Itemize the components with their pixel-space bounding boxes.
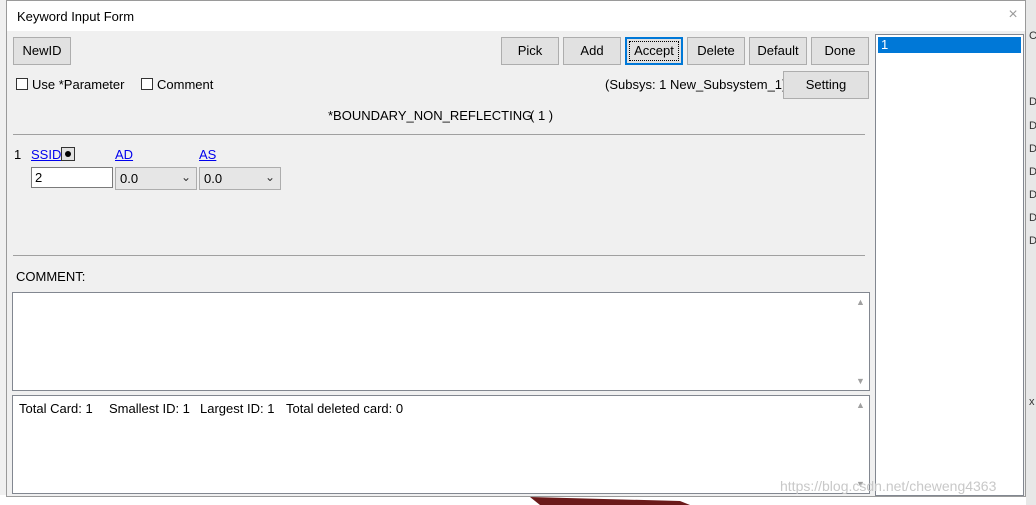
total-card-text: Total Card: 1	[19, 401, 93, 416]
background-text: D_	[1029, 166, 1036, 178]
background-text: D_	[1029, 143, 1036, 155]
chevron-down-icon: ⌄	[180, 170, 191, 184]
stats-box: Total Card: 1 Smallest ID: 1 Largest ID:…	[12, 395, 870, 494]
accept-button[interactable]: Accept	[625, 37, 683, 65]
keyword-count: ( 1 )	[530, 108, 554, 123]
keyword-input-form-window: Keyword Input Form × NewID Pick Add Acce…	[6, 0, 1026, 497]
total-deleted-text: Total deleted card: 0	[286, 401, 404, 416]
comment-scrollbar[interactable]: ▲ ▼	[852, 293, 869, 390]
background-text: D_	[1029, 120, 1036, 132]
ssid-field-label[interactable]: SSID	[31, 147, 61, 162]
background-text: C	[1029, 30, 1036, 42]
chevron-down-icon: ⌄	[264, 170, 275, 184]
default-button[interactable]: Default	[749, 37, 807, 65]
background-text: D_	[1029, 189, 1036, 201]
id-list-item[interactable]: 1	[878, 37, 1021, 53]
close-icon[interactable]: ×	[1005, 5, 1021, 25]
ad-field-label[interactable]: AD	[115, 147, 133, 162]
ssid-input[interactable]: 2	[31, 167, 113, 188]
window-title: Keyword Input Form	[17, 9, 135, 24]
background-text: D_	[1029, 96, 1036, 108]
card-row-number: 1	[14, 147, 22, 162]
setting-button[interactable]: Setting	[783, 71, 869, 99]
as-select-value: 0.0	[204, 171, 223, 186]
comment-checkbox-label: Comment	[157, 77, 214, 92]
largest-id-text: Largest ID: 1	[200, 401, 275, 416]
divider	[13, 134, 865, 135]
subsystem-info: (Subsys: 1 New_Subsystem_1)	[605, 77, 787, 92]
smallest-id-text: Smallest ID: 1	[109, 401, 190, 416]
background-text: x	[1029, 396, 1035, 408]
id-list[interactable]: 1	[875, 34, 1024, 496]
ssid-pick-radio[interactable]	[61, 147, 75, 161]
divider	[13, 255, 865, 256]
scroll-up-icon[interactable]: ▲	[856, 400, 865, 410]
as-field-label[interactable]: AS	[199, 147, 216, 162]
background-text: D_	[1029, 235, 1036, 247]
ad-select-value: 0.0	[120, 171, 139, 186]
background-text: D_	[1029, 212, 1036, 224]
focus-indicator	[629, 41, 679, 61]
delete-button[interactable]: Delete	[687, 37, 745, 65]
scroll-up-icon[interactable]: ▲	[856, 297, 865, 307]
pick-button[interactable]: Pick	[501, 37, 559, 65]
keyword-name: *BOUNDARY_NON_REFLECTING	[328, 108, 533, 123]
use-parameter-label: Use *Parameter	[32, 77, 125, 92]
newid-button[interactable]: NewID	[13, 37, 71, 65]
comment-checkbox[interactable]	[141, 78, 153, 90]
scroll-down-icon[interactable]: ▼	[856, 376, 865, 386]
title-bar[interactable]: Keyword Input Form ×	[7, 1, 1025, 31]
background-window: C D_ D_ D_ D_ D_ D_ D_ x	[1026, 0, 1036, 505]
watermark-text: https://blog.csdn.net/cheweng4363	[780, 478, 997, 494]
comment-textarea[interactable]: ▲ ▼	[12, 292, 870, 391]
done-button[interactable]: Done	[811, 37, 869, 65]
radio-dot	[65, 151, 71, 157]
comment-section-label: COMMENT:	[16, 269, 86, 284]
use-parameter-checkbox[interactable]	[16, 78, 28, 90]
as-select[interactable]: 0.0 ⌄	[199, 167, 281, 190]
ad-select[interactable]: 0.0 ⌄	[115, 167, 197, 190]
add-button[interactable]: Add	[563, 37, 621, 65]
